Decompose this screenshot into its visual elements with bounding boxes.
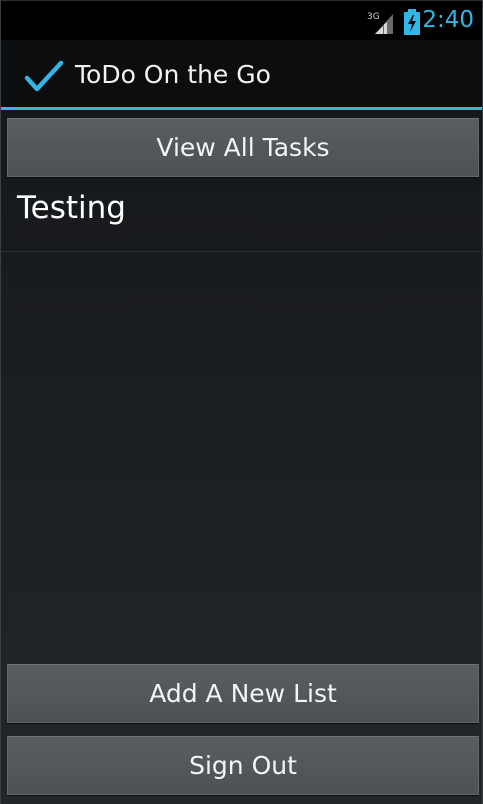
add-new-list-button[interactable]: Add A New List [7, 664, 479, 723]
sign-out-button[interactable]: Sign Out [7, 736, 479, 795]
network-type-label: 3G [367, 12, 380, 22]
checkmark-icon [24, 60, 64, 92]
list-item[interactable]: Testing [1, 180, 482, 252]
view-all-tasks-button[interactable]: View All Tasks [7, 118, 479, 177]
status-bar: 3G 2:40 [1, 0, 482, 40]
signal-icon: 3G [367, 12, 393, 34]
battery-charging-icon [404, 9, 420, 35]
todo-lists: Testing [1, 180, 482, 252]
app-title: ToDo On the Go [75, 60, 271, 89]
list-item-label: Testing [17, 190, 126, 226]
app-screen: 3G 2:40 ToDo On the Go View All Tasks Te… [0, 0, 483, 804]
action-bar: ToDo On the Go [1, 40, 482, 110]
status-clock: 2:40 [422, 7, 474, 33]
